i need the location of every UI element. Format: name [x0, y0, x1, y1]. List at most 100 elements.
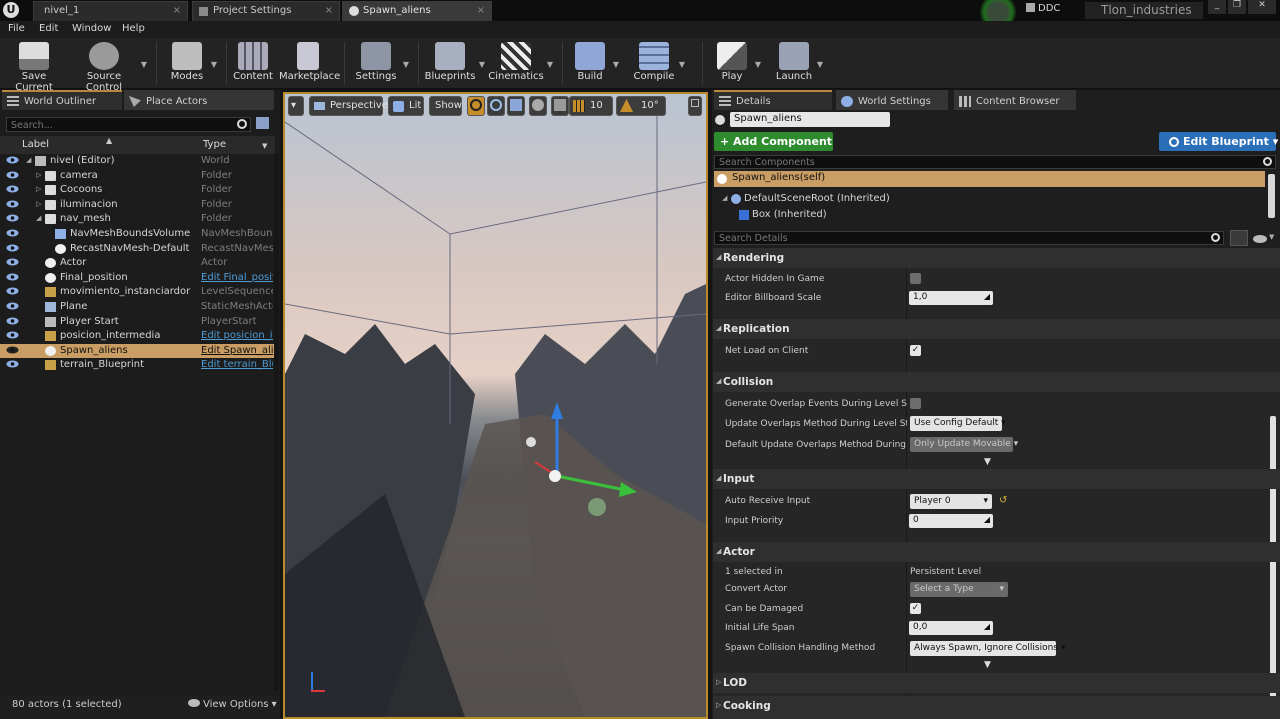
tab-spawn-aliens[interactable]: Spawn_aliens × [342, 1, 492, 21]
close-icon[interactable]: × [173, 5, 181, 16]
chevron-down-icon[interactable]: ▼ [403, 60, 409, 69]
compile-button[interactable]: Compile ▼ [632, 40, 685, 86]
search-components-input[interactable]: Search Components [714, 155, 1276, 169]
edit-blueprint-button[interactable]: Edit Blueprint ▾ [1159, 132, 1278, 151]
chevron-down-icon[interactable]: ▼ [211, 60, 217, 69]
close-icon[interactable]: × [325, 5, 333, 16]
outliner-row[interactable]: posicion_intermedia Edit posicion_in [0, 329, 275, 344]
tab-project-settings[interactable]: Project Settings × [192, 1, 340, 21]
outliner-row[interactable]: Spawn_aliens Edit Spawn_alie [0, 343, 275, 359]
chevron-down-icon[interactable]: ▼ [262, 142, 267, 150]
rotation-snap-button[interactable]: 10° [616, 96, 666, 116]
outliner-row[interactable]: ▷ iluminacion Folder [0, 198, 275, 213]
visibility-eye-icon[interactable] [6, 155, 19, 166]
chevron-down-icon[interactable]: ▼ [479, 60, 485, 69]
cinematics-button[interactable]: Cinematics ▼ [488, 40, 553, 86]
component-tree-row[interactable]: Box (Inherited) [737, 209, 827, 220]
outliner-row[interactable]: ◢ nav_mesh Folder [0, 212, 275, 227]
default-update-overlaps-dropdown[interactable]: Only Update Movable ▾ [910, 437, 1018, 452]
chevron-down-icon[interactable]: ◢ [26, 156, 31, 164]
property-matrix-icon[interactable] [1230, 230, 1248, 246]
column-type[interactable]: Type [203, 139, 226, 150]
search-icon[interactable] [1263, 157, 1272, 166]
category-input[interactable]: ◢ Input [713, 469, 1280, 489]
outliner-search-input[interactable]: Search... [6, 117, 251, 132]
outliner-row[interactable]: Actor Actor [0, 256, 275, 271]
visibility-eye-icon[interactable] [6, 345, 19, 356]
translate-tool-button[interactable] [467, 96, 485, 116]
life-span-input[interactable]: 0,0 ◢ [909, 621, 993, 635]
menu-window[interactable]: Window [72, 23, 111, 34]
ddc-status[interactable]: DDC [1026, 3, 1060, 14]
perspective-button[interactable]: Perspective [309, 96, 388, 116]
add-folder-icon[interactable] [256, 117, 269, 129]
chevron-down-icon[interactable]: ◢ [36, 214, 41, 222]
save-current-button[interactable]: Save Current [4, 40, 64, 93]
search-icon[interactable] [237, 119, 247, 129]
rotate-tool-button[interactable] [487, 96, 505, 116]
scale-tool-button[interactable] [507, 96, 525, 116]
edit-blueprint-link[interactable]: Edit terrain_Blu [201, 359, 273, 370]
category-replication[interactable]: ◢ Replication [713, 319, 1280, 339]
visibility-eye-icon[interactable] [6, 286, 19, 297]
launch-button[interactable]: Launch ▼ [774, 40, 823, 86]
generate-overlap-checkbox[interactable] [910, 398, 921, 409]
update-overlaps-dropdown[interactable]: Use Config Default ▾ [910, 416, 1006, 431]
close-icon[interactable]: × [477, 5, 485, 16]
show-button[interactable]: Show [429, 96, 462, 116]
category-collision[interactable]: ◢ Collision [713, 372, 1280, 392]
chevron-down-icon[interactable]: ▼ [817, 60, 823, 69]
visibility-eye-icon[interactable] [6, 272, 19, 283]
tab-nivel[interactable]: nivel_1 × [33, 1, 188, 21]
category-cooking[interactable]: ▷ Cooking [713, 696, 1280, 719]
outliner-row[interactable]: terrain_Blueprint Edit terrain_Blu [0, 358, 275, 373]
component-tree-row[interactable]: ◢ DefaultSceneRoot (Inherited) [722, 193, 890, 204]
actor-name-input[interactable]: Spawn_aliens [730, 112, 890, 127]
visibility-eye-icon[interactable] [6, 199, 19, 210]
category-rendering[interactable]: ◢ Rendering [713, 248, 1280, 268]
tab-world-outliner[interactable]: World Outliner [2, 90, 122, 110]
tab-world-settings[interactable]: World Settings [836, 90, 948, 110]
menu-help[interactable]: Help [122, 23, 145, 34]
spawn-collision-dropdown[interactable]: Always Spawn, Ignore Collisions ▾ [910, 641, 1065, 656]
reset-to-default-icon[interactable]: ↺ [999, 495, 1007, 506]
tab-place-actors[interactable]: Place Actors [124, 90, 274, 110]
eye-icon[interactable] [1253, 235, 1267, 243]
chevron-down-icon[interactable]: ▼ [1269, 233, 1274, 241]
maximize-button[interactable]: ❐ [1228, 0, 1246, 14]
visibility-eye-icon[interactable] [6, 316, 19, 327]
settings-button[interactable]: Settings ▼ [352, 40, 409, 86]
chevron-down-icon[interactable]: ▼ [141, 60, 147, 69]
visibility-eye-icon[interactable] [6, 330, 19, 341]
visibility-eye-icon[interactable] [6, 359, 19, 370]
add-component-button[interactable]: + Add Component [714, 132, 833, 151]
auto-receive-dropdown[interactable]: Player 0 ▾ [910, 494, 992, 509]
grid-snap-button[interactable]: 10 [569, 96, 613, 116]
visibility-eye-icon[interactable] [6, 184, 19, 195]
minimize-button[interactable]: _ [1208, 0, 1226, 14]
outliner-row[interactable]: ◢ nivel (Editor) World [0, 154, 275, 169]
menu-file[interactable]: File [8, 23, 25, 34]
world-local-toggle[interactable] [529, 96, 547, 116]
outliner-row[interactable]: Final_position Edit Final_positi [0, 271, 275, 286]
viewport-options-button[interactable]: ▾ [288, 96, 304, 116]
chevron-down-icon[interactable]: ▼ [679, 60, 685, 69]
components-scrollbar[interactable] [1268, 174, 1275, 218]
maximize-viewport-button[interactable] [688, 96, 702, 116]
visibility-eye-icon[interactable] [6, 301, 19, 312]
can-be-damaged-checkbox[interactable]: ✓ [910, 603, 921, 614]
outliner-row[interactable]: Plane StaticMeshActor [0, 300, 275, 315]
chevron-right-icon[interactable]: ▷ [36, 171, 41, 179]
search-details-input[interactable]: Search Details [714, 231, 1224, 245]
visibility-eye-icon[interactable] [6, 257, 19, 268]
edit-blueprint-link[interactable]: Edit Final_positi [201, 272, 273, 283]
unreal-logo-icon[interactable]: U [3, 2, 19, 18]
expand-advanced-icon[interactable]: ▼ [984, 457, 991, 467]
chevron-down-icon[interactable]: ▼ [613, 60, 619, 69]
view-options-button[interactable]: View Options ▾ [188, 699, 277, 710]
chevron-down-icon[interactable]: ▼ [547, 60, 553, 69]
outliner-row[interactable]: RecastNavMesh-Default RecastNavMesh [0, 242, 275, 257]
blueprints-button[interactable]: Blueprints ▼ [424, 40, 485, 86]
visibility-eye-icon[interactable] [6, 243, 19, 254]
modes-button[interactable]: Modes ▼ [166, 40, 217, 86]
